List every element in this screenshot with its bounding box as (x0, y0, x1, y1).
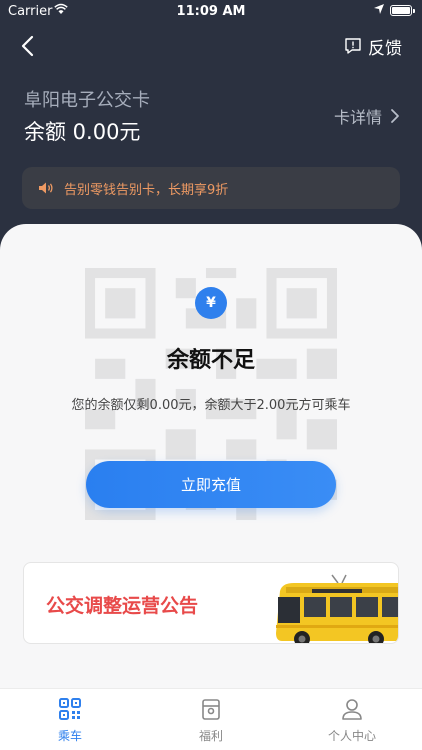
person-icon (342, 699, 362, 720)
recharge-button[interactable]: 立即充值 (86, 461, 336, 508)
battery-icon (390, 5, 415, 16)
tab-bar: 乘车 福利 个人中心 (0, 688, 422, 750)
tab-welfare[interactable]: 福利 (161, 697, 261, 744)
tab-ride[interactable]: 乘车 (20, 697, 120, 744)
yen-icon: ¥ (195, 287, 227, 319)
promo-notice-text: 告别零钱告别卡，长期享9折 (64, 182, 229, 198)
back-icon[interactable] (14, 32, 42, 60)
feedback-label: 反馈 (368, 38, 402, 59)
nav-bar: 反馈 (0, 28, 422, 64)
status-bar: Carrier 11:09 AM (0, 0, 422, 22)
qr-icon (59, 698, 81, 720)
tab-personal-label: 个人中心 (327, 729, 376, 743)
feedback-icon (345, 38, 361, 54)
promo-notice-bar[interactable]: 告别零钱告别卡，长期享9折 (22, 167, 400, 209)
announcement-banner[interactable]: 公交调整运营公告 (23, 562, 399, 644)
tab-ride-label: 乘车 (57, 729, 82, 743)
location-icon (374, 4, 384, 14)
card-detail-label: 卡详情 (333, 108, 382, 127)
speaker-icon (39, 182, 53, 194)
balance-text: 余额 0.00元 (24, 120, 141, 144)
tab-welfare-label: 福利 (198, 729, 223, 743)
chevron-right-icon (391, 109, 399, 123)
status-time: 11:09 AM (176, 4, 246, 19)
tab-personal-center[interactable]: 个人中心 (302, 697, 402, 744)
gift-icon (202, 699, 220, 720)
card-title: 阜阳电子公交卡 (24, 90, 150, 111)
insufficient-balance-title: 余额不足 (166, 348, 255, 373)
announcement-text: 公交调整运营公告 (46, 595, 199, 617)
feedback-button[interactable]: 反馈 (344, 32, 402, 60)
bus-icon (276, 574, 398, 643)
insufficient-balance-description: 您的余额仅剩0.00元，余额大于2.00元方可乘车 (71, 398, 351, 413)
card-detail-link[interactable]: 卡详情 (334, 104, 400, 128)
